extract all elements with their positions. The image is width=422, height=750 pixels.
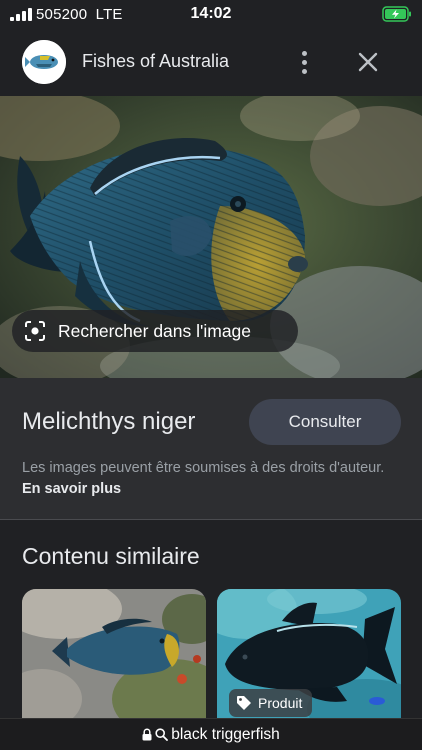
learn-more-link[interactable]: En savoir plus xyxy=(22,481,121,497)
copyright-notice: Les images peuvent être soumises à des d… xyxy=(22,458,402,500)
search-in-image-button[interactable]: Rechercher dans l'image xyxy=(12,310,298,352)
site-title[interactable]: Fishes of Australia xyxy=(82,51,229,72)
source-header: Fishes of Australia xyxy=(0,30,422,96)
site-logo[interactable] xyxy=(22,40,66,84)
similar-content-title: Contenu similaire xyxy=(22,543,200,569)
close-icon[interactable] xyxy=(352,46,384,78)
result-info-panel: Melichthys niger Consulter Les images pe… xyxy=(0,378,422,520)
product-badge-label: Produit xyxy=(258,695,303,711)
search-in-image-label: Rechercher dans l'image xyxy=(58,321,252,341)
visit-button[interactable]: Consulter xyxy=(249,399,401,445)
address-bar-text: black triggerfish xyxy=(171,725,280,743)
tag-icon xyxy=(237,696,251,710)
status-time: 14:02 xyxy=(190,5,232,22)
product-badge: Produit xyxy=(229,689,313,717)
similar-image-2[interactable]: Produit xyxy=(217,589,401,721)
address-bar[interactable]: black triggerfish xyxy=(0,718,422,750)
lens-icon xyxy=(25,321,45,341)
search-icon xyxy=(155,728,169,741)
more-vert-icon[interactable] xyxy=(292,46,316,78)
result-title: Melichthys niger xyxy=(22,408,196,435)
similar-content-section: Contenu similaire Produit xyxy=(0,521,422,721)
main-fish-image[interactable]: Rechercher dans l'image xyxy=(0,96,422,378)
copyright-text: Les images peuvent être soumises à des d… xyxy=(22,460,385,476)
battery-charging-icon xyxy=(382,6,411,22)
status-bar: 505200 LTE 14:02 xyxy=(0,0,422,30)
lock-icon xyxy=(142,728,152,741)
similar-image-1[interactable] xyxy=(22,589,206,721)
